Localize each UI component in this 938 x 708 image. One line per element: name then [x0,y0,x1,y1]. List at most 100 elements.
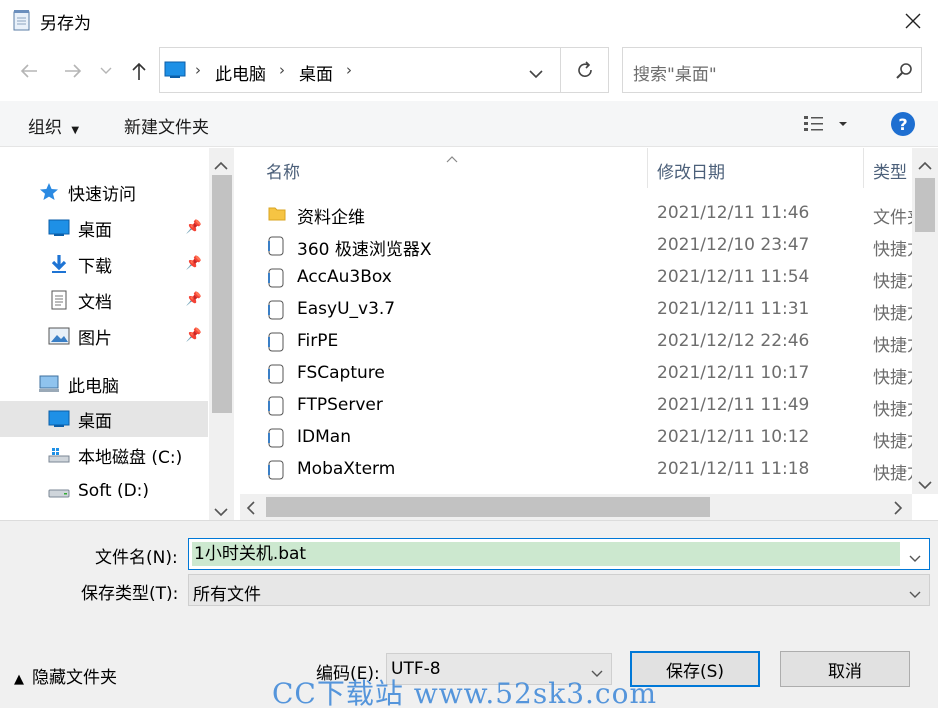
column-divider[interactable] [863,148,864,188]
file-date: 2021/12/11 10:12 [657,427,810,447]
table-row[interactable]: MobaXterm 2021/12/11 11:18 快捷方式 [240,454,912,486]
file-name: AccAu3Box [297,267,392,287]
file-date: 2021/12/11 11:18 [657,459,810,479]
filetype-select[interactable]: 所有文件 [188,574,930,606]
chevron-down-icon [100,67,112,74]
sort-ascending-icon [446,148,458,167]
scroll-down-icon[interactable] [918,475,932,494]
sidebar-item-desktop[interactable]: 桌面 📌 [0,210,208,246]
chevron-down-icon [909,584,921,603]
filename-input[interactable]: 1小时关机.bat [188,538,930,570]
table-row[interactable]: EasyU_v3.7 2021/12/11 11:31 快捷方式 [240,294,912,326]
sidebar-item-label: 桌面 [78,220,112,241]
table-row[interactable]: 资料企维 2021/12/11 11:46 文件夹 [240,198,912,230]
file-list-horizontal-scroll-thumb[interactable] [266,497,710,517]
sidebar-item-label: 下载 [78,256,112,277]
help-button[interactable]: ? [891,112,915,136]
navigation-scroll-thumb[interactable] [212,175,232,413]
column-header-date[interactable]: 修改日期 [657,158,725,183]
sidebar-item-soft-d[interactable]: Soft (D:) [0,473,208,509]
cancel-button[interactable]: 取消 [780,651,910,687]
file-list-vertical-scroll-thumb[interactable] [915,178,935,232]
arrow-right-icon [65,64,82,78]
close-button[interactable] [896,6,930,36]
notepad-icon [12,9,32,31]
sidebar-item-downloads[interactable]: 下载 📌 [0,246,208,282]
close-icon [905,13,921,29]
sidebar-item-quick-access[interactable]: 快速访问 [0,174,208,210]
column-divider[interactable] [647,148,648,188]
chevron-down-icon [529,70,543,79]
filename-value: 1小时关机.bat [192,542,900,566]
scroll-up-icon[interactable] [214,156,228,175]
search-input[interactable]: 搜索"桌面" [622,47,922,93]
shortcut-icon [268,460,286,480]
address-bar[interactable]: › 此电脑 › 桌面 › [159,47,561,93]
filename-label: 文件名(N): [95,548,178,568]
star-icon [38,182,60,202]
details-view-icon [804,116,847,131]
up-button[interactable] [126,58,152,84]
forward-button[interactable] [60,58,86,84]
hide-folders-button[interactable]: ▲ 隐藏文件夹 [14,663,117,688]
scroll-down-icon[interactable] [214,502,228,521]
pictures-icon [48,326,70,346]
column-header-name[interactable]: 名称 [266,158,300,183]
desktop-icon [48,409,70,429]
shortcut-icon [268,268,286,288]
file-type: 快捷方式 [873,336,912,356]
window-title: 另存为 [40,14,91,34]
table-row[interactable]: FirPE 2021/12/12 22:46 快捷方式 [240,326,912,358]
sidebar-item-pictures[interactable]: 图片 📌 [0,318,208,354]
table-row[interactable]: FSCapture 2021/12/11 10:17 快捷方式 [240,358,912,390]
refresh-icon [577,61,592,77]
file-name: EasyU_v3.7 [297,299,396,319]
organize-label: 组织 [28,118,62,138]
shortcut-icon [268,396,286,416]
shortcut-icon [268,332,286,352]
chevron-up-icon: ▲ [14,672,24,687]
sidebar-item-label: 图片 [78,328,112,349]
pin-icon: 📌 [185,220,202,235]
view-options-button[interactable] [803,114,851,138]
table-row[interactable]: FTPServer 2021/12/11 11:49 快捷方式 [240,390,912,422]
column-header-type[interactable]: 类型 [873,158,907,183]
file-list: 名称 修改日期 类型 资料企维2021/12/11 11:46文件夹360 极速… [240,148,912,494]
breadcrumb-separator-icon: › [279,61,285,79]
pin-icon: 📌 [185,256,202,271]
file-date: 2021/12/11 11:46 [657,203,810,223]
new-folder-button[interactable]: 新建文件夹 [124,113,209,138]
pin-icon: 📌 [185,292,202,307]
sidebar-item-pc-desktop[interactable]: 桌面 [0,401,208,437]
chevron-down-icon[interactable] [909,548,921,567]
recent-locations-button[interactable] [96,58,116,84]
title-bar [0,0,938,40]
shortcut-icon [268,236,286,256]
watermark: CC下载站 www.52sk3.com [272,677,657,708]
hide-folders-label: 隐藏文件夹 [32,668,117,688]
drive-windows-icon [48,445,70,465]
drive-icon [48,481,70,501]
table-row[interactable]: AccAu3Box 2021/12/11 11:54 快捷方式 [240,262,912,294]
table-row[interactable]: IDMan 2021/12/11 10:12 快捷方式 [240,422,912,454]
back-button[interactable] [16,58,42,84]
desktop-icon [164,61,186,79]
breadcrumb-desktop[interactable]: 桌面 [299,60,333,85]
file-name: FirPE [297,331,339,351]
scroll-right-icon[interactable] [893,500,903,519]
sidebar-item-local-disk-c[interactable]: 本地磁盘 (C:) [0,437,208,473]
sidebar-item-this-pc[interactable]: 此电脑 [0,366,208,402]
file-name: 360 极速浏览器X [297,240,432,260]
filetype-label: 保存类型(T): [81,584,179,604]
breadcrumb-this-pc[interactable]: 此电脑 [215,60,266,85]
sidebar-item-label: 此电脑 [68,376,119,397]
table-row[interactable]: 360 极速浏览器X 2021/12/10 23:47 快捷方式 [240,230,912,262]
organize-button[interactable]: 组织 ▼ [28,113,79,138]
refresh-button[interactable] [561,47,609,93]
file-type: 文件夹 [873,208,912,228]
sidebar-item-documents[interactable]: 文档 📌 [0,282,208,318]
address-dropdown-button[interactable] [529,64,543,83]
scroll-up-icon[interactable] [918,156,932,175]
scroll-left-icon[interactable] [246,500,256,519]
navigation-pane: 快速访问 桌面 📌 下载 📌 文档 📌 图片 📌 此电脑 桌面 本地磁盘 (C:… [0,148,234,520]
